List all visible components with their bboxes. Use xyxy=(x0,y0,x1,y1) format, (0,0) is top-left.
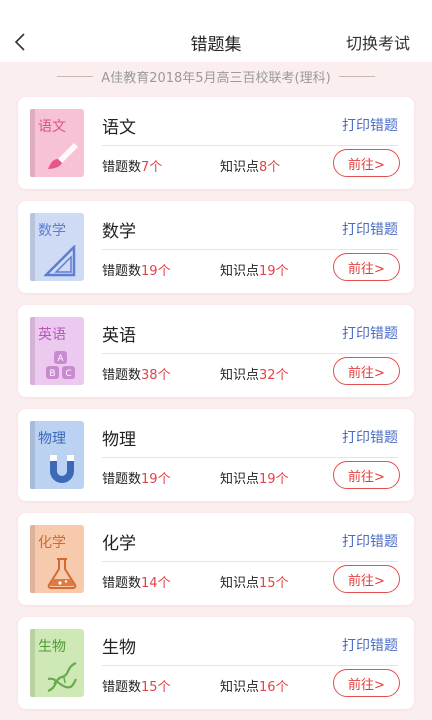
subject-name: 化学 xyxy=(102,534,136,554)
subject-card-math: 数学 数学 打印错题 错题数19个 知识点19个 前往> xyxy=(18,201,414,293)
subject-card-chemistry: 化学 化学 打印错题 错题数14个 知识点15个 前往> xyxy=(18,513,414,605)
abc-blocks-icon: A B C xyxy=(46,351,75,379)
go-button[interactable]: 前往> xyxy=(333,461,400,489)
print-errors-button[interactable]: 打印错题 xyxy=(342,531,398,551)
knowledge-point-count: 知识点19个 xyxy=(220,264,289,279)
subject-name: 英语 xyxy=(102,326,136,346)
go-button[interactable]: 前往> xyxy=(333,669,400,697)
magnet-icon xyxy=(50,455,74,483)
svg-text:C: C xyxy=(65,369,71,379)
print-errors-button[interactable]: 打印错题 xyxy=(342,635,398,655)
flask-icon xyxy=(47,558,77,589)
error-count: 错题数14个 xyxy=(102,576,171,591)
subject-name: 语文 xyxy=(102,118,136,138)
svg-text:B: B xyxy=(49,369,55,379)
subject-card-chinese: 语文 语文 打印错题 错题数7个 知识点8个 前往> xyxy=(18,97,414,189)
cover-label: 数学 xyxy=(38,223,66,239)
error-count: 错题数7个 xyxy=(102,160,163,175)
card-divider xyxy=(102,457,398,458)
exam-name-row: A佳教育2018年5月高三百校联考(理科) xyxy=(0,62,432,90)
knowledge-point-count: 知识点16个 xyxy=(220,680,289,695)
subject-cover: 物理 xyxy=(30,421,84,489)
cover-label: 物理 xyxy=(38,431,66,447)
subject-card-biology: 生物 生物 打印错题 错题数15个 知识点16个 前往> xyxy=(18,617,414,709)
card-divider xyxy=(102,249,398,250)
cover-label: 化学 xyxy=(38,535,66,551)
header-bar: 错题集 切换考试 xyxy=(0,0,432,62)
exam-name: A佳教育2018年5月高三百校联考(理科) xyxy=(101,70,331,86)
svg-text:A: A xyxy=(57,354,64,364)
subject-card-english: 英语 A B C 英语 打印错题 错题数38个 知识点32个 前往> xyxy=(18,305,414,397)
cover-label: 生物 xyxy=(38,639,66,655)
switch-exam-button[interactable]: 切换考试 xyxy=(346,30,410,54)
subject-cover: 语文 xyxy=(30,109,84,177)
error-count: 错题数15个 xyxy=(102,680,171,695)
print-errors-button[interactable]: 打印错题 xyxy=(342,219,398,239)
knowledge-point-count: 知识点32个 xyxy=(220,368,289,383)
cover-label: 英语 xyxy=(38,327,66,343)
subject-card-physics: 物理 物理 打印错题 错题数19个 知识点19个 前往> xyxy=(18,409,414,501)
error-count: 错题数19个 xyxy=(102,264,171,279)
subject-cover: 数学 xyxy=(30,213,84,281)
knowledge-point-count: 知识点19个 xyxy=(220,472,289,487)
print-errors-button[interactable]: 打印错题 xyxy=(342,427,398,447)
card-divider xyxy=(102,353,398,354)
divider-left xyxy=(57,75,94,77)
subject-name: 物理 xyxy=(102,430,136,450)
subject-cover: 生物 xyxy=(30,629,84,697)
print-errors-button[interactable]: 打印错题 xyxy=(342,323,398,343)
card-divider xyxy=(102,145,398,146)
subject-cover: 英语 A B C xyxy=(30,317,84,385)
error-count: 错题数19个 xyxy=(102,472,171,487)
subject-name: 生物 xyxy=(102,638,136,658)
brush-icon xyxy=(48,143,78,169)
dna-icon xyxy=(47,661,77,693)
go-button[interactable]: 前往> xyxy=(333,357,400,385)
go-button[interactable]: 前往> xyxy=(333,253,400,281)
subject-cover: 化学 xyxy=(30,525,84,593)
divider-right xyxy=(338,75,375,77)
error-count: 错题数38个 xyxy=(102,368,171,383)
go-button[interactable]: 前往> xyxy=(333,149,400,177)
go-button[interactable]: 前往> xyxy=(333,565,400,593)
card-divider xyxy=(102,561,398,562)
cover-label: 语文 xyxy=(38,119,66,135)
triangle-ruler-icon xyxy=(44,245,76,277)
print-errors-button[interactable]: 打印错题 xyxy=(342,115,398,135)
subject-name: 数学 xyxy=(102,222,136,242)
knowledge-point-count: 知识点15个 xyxy=(220,576,289,591)
knowledge-point-count: 知识点8个 xyxy=(220,160,281,175)
card-divider xyxy=(102,665,398,666)
